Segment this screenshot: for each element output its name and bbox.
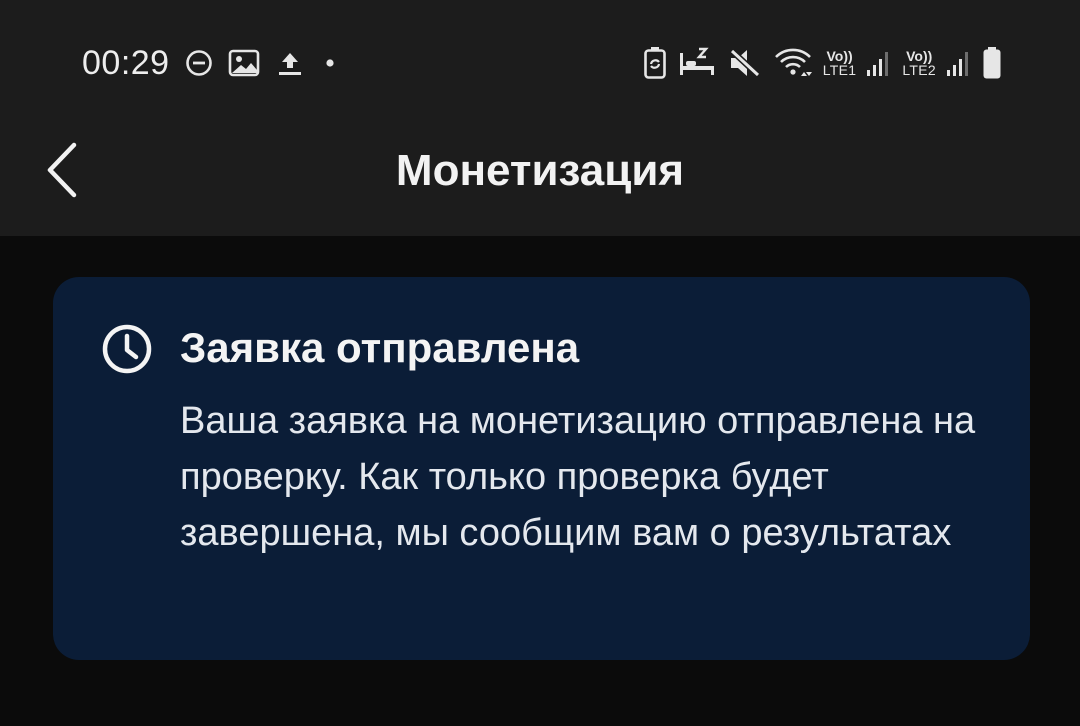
signal-sim2-icon: [946, 48, 972, 78]
status-bar-left: 00:29: [82, 40, 340, 86]
sim1-lte-indicator: Vo)) LTE1: [823, 49, 857, 77]
app-header-region: 00:29 Vo)) LTE1 Vo)) LTE2 Монетизация: [0, 0, 1080, 236]
signal-sim1-icon: [866, 48, 892, 78]
application-status-card: Заявка отправлена Ваша заявка на монетиз…: [53, 277, 1030, 660]
sim1-lte-label: LTE1: [822, 62, 857, 78]
gallery-icon: [228, 48, 260, 78]
sim1-volte-label: Vo)): [826, 48, 853, 64]
status-bar-right: Vo)) LTE1 Vo)) LTE2: [643, 40, 1002, 86]
status-clock: 00:29: [82, 43, 170, 82]
page-title: Монетизация: [395, 146, 685, 195]
upload-icon: [274, 48, 306, 78]
card-title: Заявка отправлена: [180, 324, 580, 371]
battery-saver-icon: [643, 46, 667, 80]
mute-icon: [727, 46, 763, 80]
card-message: Ваша заявка на монетизацию отправлена на…: [180, 400, 976, 554]
notification-dot-icon: [320, 48, 340, 78]
sleep-mode-icon: [677, 47, 717, 79]
sim2-lte-indicator: Vo)) LTE2: [902, 49, 936, 77]
toolbar: Монетизация: [0, 120, 1080, 236]
do-not-disturb-icon: [184, 48, 214, 78]
sim2-volte-label: Vo)): [906, 48, 933, 64]
sim2-lte-label: LTE2: [902, 62, 936, 78]
wifi-icon: [773, 46, 813, 80]
clock-icon: [102, 324, 152, 374]
battery-icon: [982, 46, 1002, 80]
status-bar: 00:29 Vo)) LTE1 Vo)) LTE2: [0, 0, 1080, 120]
